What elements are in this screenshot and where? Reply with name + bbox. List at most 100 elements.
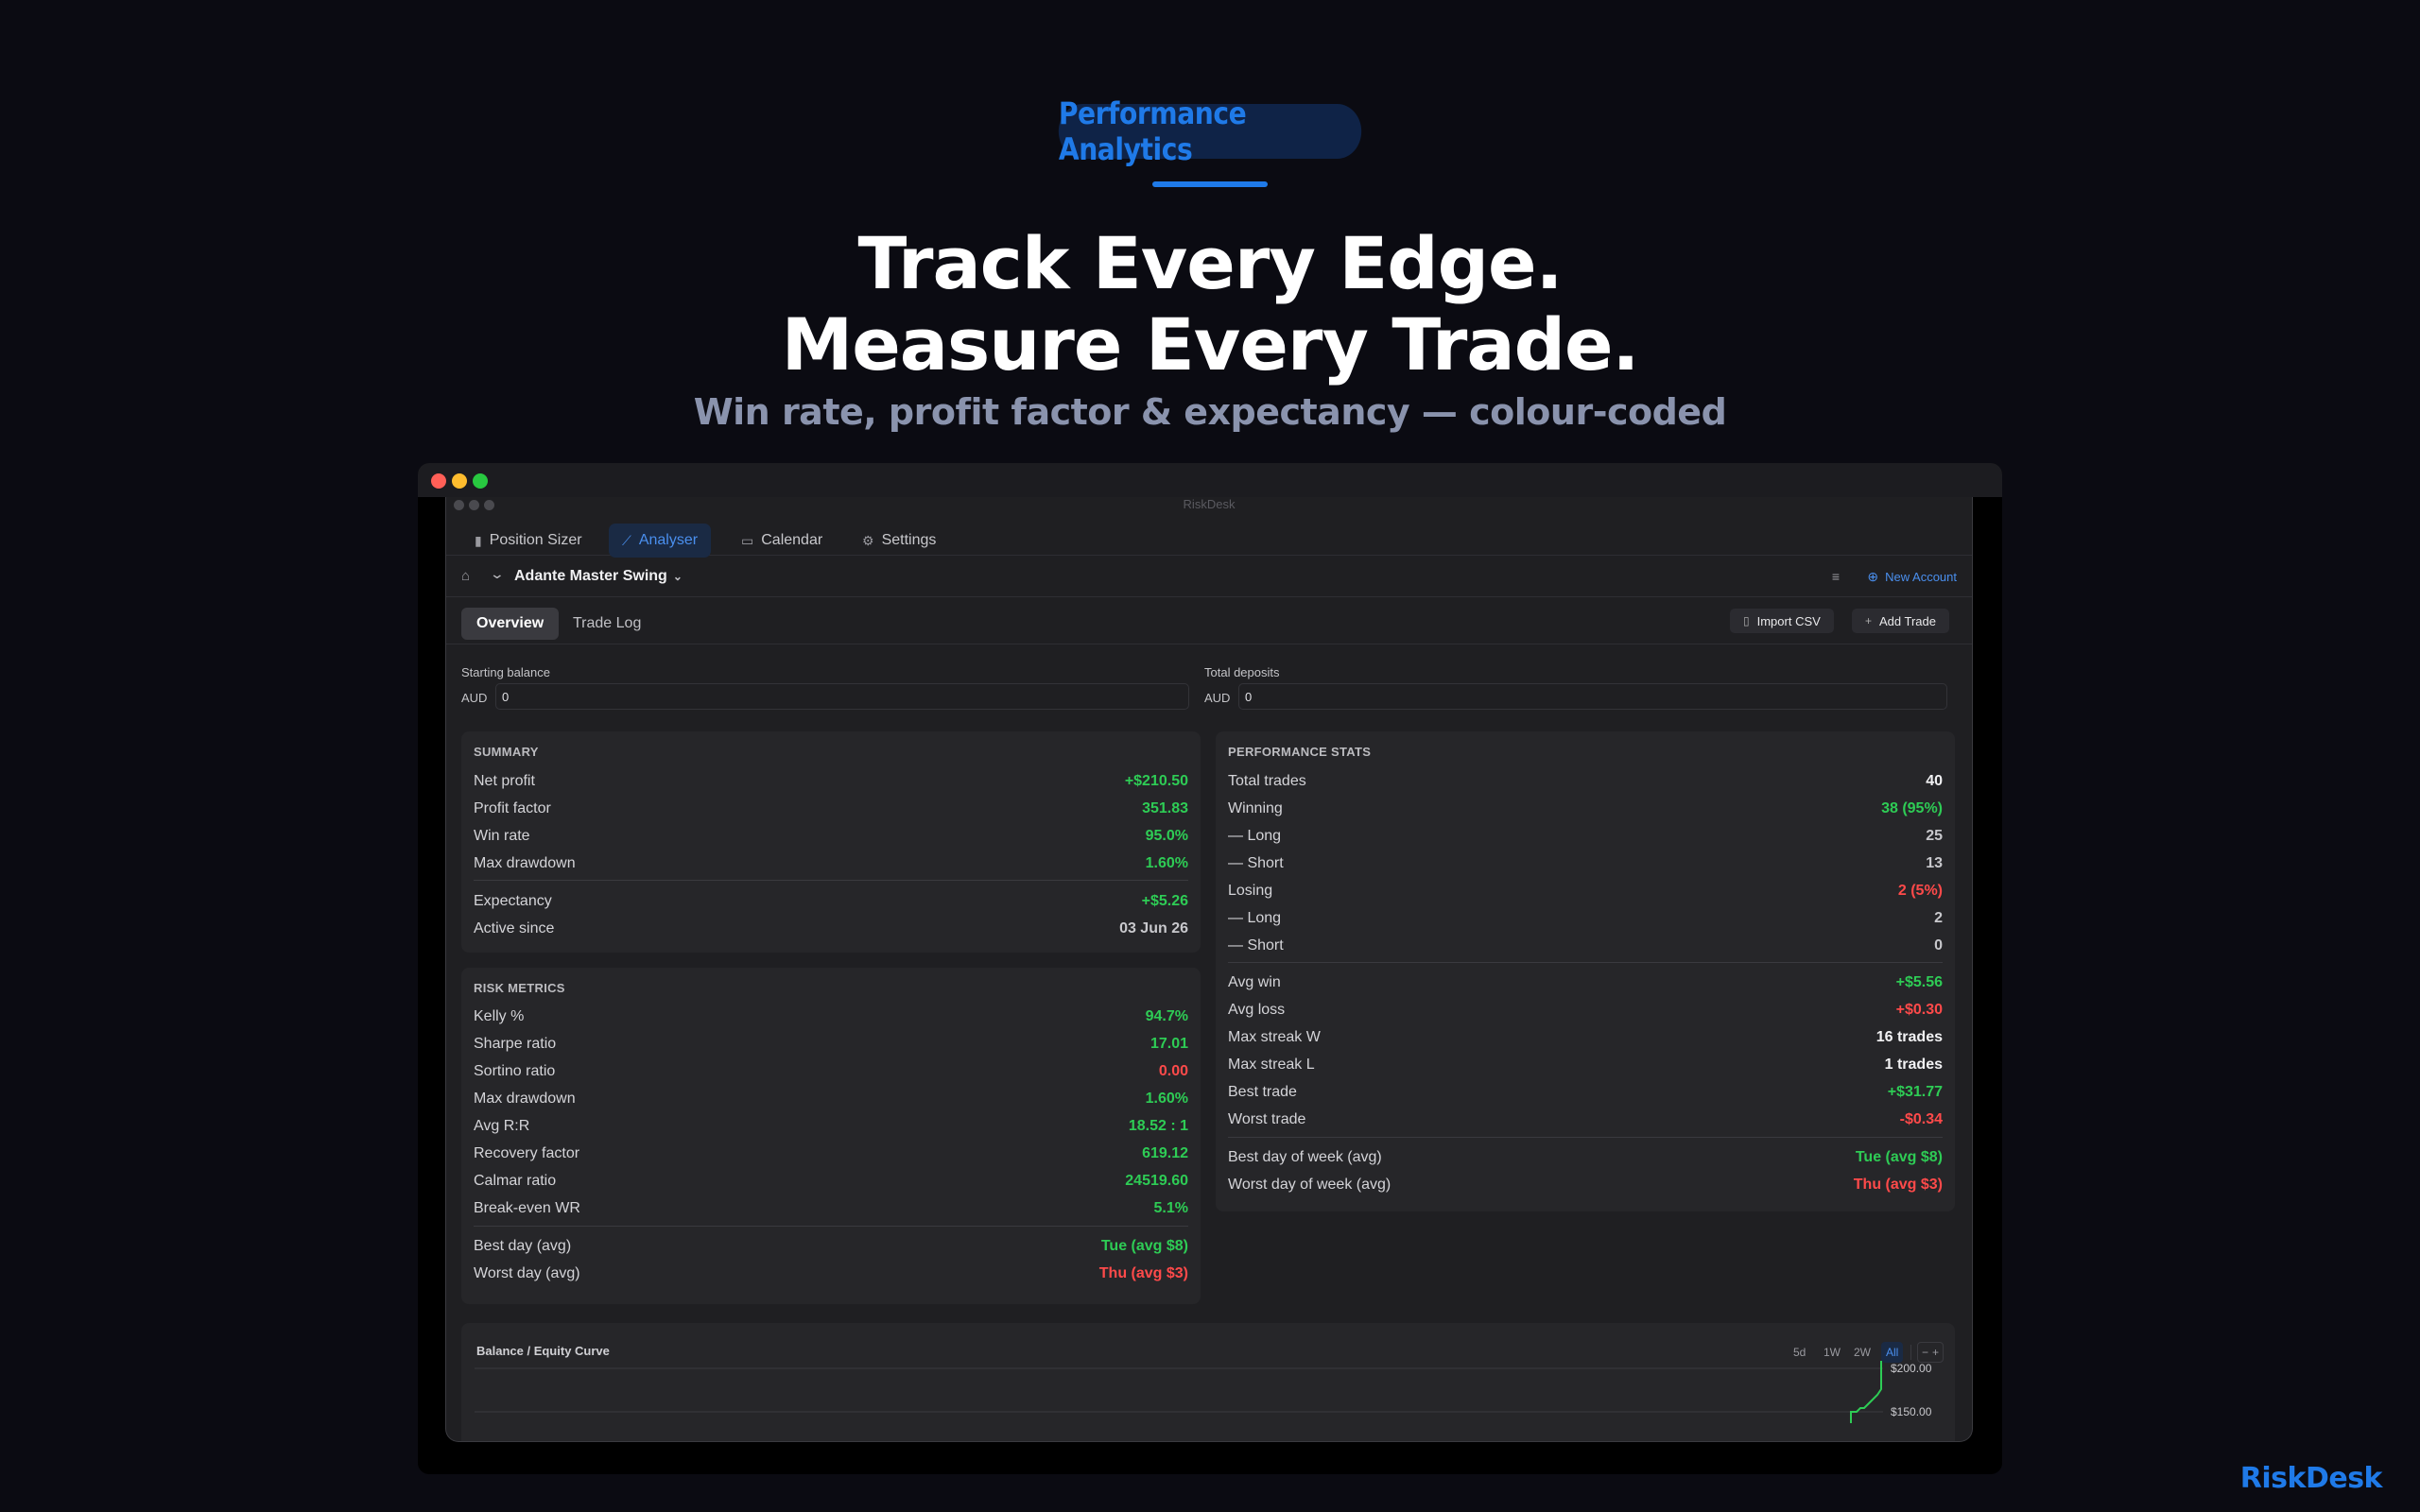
metric-label: Net profit: [474, 772, 535, 789]
gear-icon: ⚙: [862, 532, 874, 548]
chevron-down-icon[interactable]: ⌄: [490, 566, 505, 582]
metric-label: Calmar ratio: [474, 1172, 557, 1189]
accent-rule: [1152, 181, 1268, 187]
metric-label: Max streak L: [1228, 1056, 1315, 1073]
metric-value: +$5.56: [1895, 973, 1943, 990]
metric-value: 1.60%: [1145, 854, 1188, 871]
metric-value: Thu (avg $3): [1853, 1176, 1943, 1193]
tab-calendar[interactable]: ▭ Calendar: [728, 524, 836, 558]
stats-row: Avg loss +$0.30: [1228, 996, 1943, 1023]
metric-value: 38 (95%): [1881, 799, 1943, 816]
metric-label: Recovery factor: [474, 1144, 580, 1161]
metric-value: Tue (avg $8): [1855, 1148, 1943, 1165]
risk-row: Avg R:R 18.52 : 1: [474, 1112, 1188, 1140]
metric-value: 40: [1926, 772, 1943, 789]
y-tick-label: $200.00: [1891, 1362, 1932, 1375]
risk-row: Max drawdown 1.60%: [474, 1085, 1188, 1112]
import-csv-label: Import CSV: [1756, 613, 1821, 628]
metric-label: Max drawdown: [474, 1090, 576, 1107]
starting-balance-input[interactable]: 0: [495, 683, 1189, 710]
divider: [474, 1226, 1188, 1227]
metric-label: — Short: [1228, 936, 1284, 954]
inner-zoom-button[interactable]: [484, 500, 494, 510]
y-tick-label: $150.00: [1891, 1405, 1932, 1418]
metric-value: 0: [1934, 936, 1943, 954]
starting-balance-value: 0: [502, 689, 510, 704]
metric-value: 94.7%: [1145, 1007, 1188, 1024]
metric-value: 17.01: [1150, 1035, 1188, 1052]
window-titlebar: [418, 463, 2002, 497]
metric-value: 351.83: [1142, 799, 1188, 816]
metric-value: 2: [1934, 909, 1943, 926]
summary-row: Win rate 95.0%: [474, 822, 1188, 850]
tab-label: Analyser: [638, 532, 699, 548]
risk-metrics-panel: RISK METRICS Kelly % 94.7% Sharpe ratio 17…: [461, 968, 1201, 1304]
risk-row: Worst day (avg) Thu (avg $3): [474, 1260, 1188, 1287]
import-csv-button[interactable]: ▯ Import CSV: [1730, 609, 1834, 633]
equity-curve-panel: Balance / Equity Curve 5d 1W 2W All − + …: [461, 1323, 1955, 1441]
line-chart-icon: ⟋: [622, 532, 631, 548]
metric-label: Sharpe ratio: [474, 1035, 557, 1052]
metric-label: Best day (avg): [474, 1237, 572, 1254]
tab-analyser[interactable]: ⟋ Analyser: [609, 524, 712, 558]
metric-label: Best day of week (avg): [1228, 1148, 1382, 1165]
sub-nav: Overview Trade Log ▯ Import CSV + Add Tr…: [446, 597, 1972, 644]
metric-label: Max drawdown: [474, 854, 576, 871]
chevron-down-icon: ⌄: [672, 570, 683, 583]
metric-label: Kelly %: [474, 1007, 525, 1024]
summary-row: Profit factor 351.83: [474, 795, 1188, 822]
metric-label: Sortino ratio: [474, 1062, 556, 1079]
inner-minimize-button[interactable]: [469, 500, 479, 510]
metric-label: Losing: [1228, 882, 1273, 899]
new-account-button[interactable]: ⊕ New Account: [1867, 556, 1957, 597]
metric-value: 5.1%: [1153, 1199, 1188, 1216]
subheadline: Win rate, profit factor & expectancy — c…: [693, 391, 1727, 433]
inner-close-button[interactable]: [454, 500, 464, 510]
metric-value: 03 Jun 26: [1119, 919, 1188, 936]
summary-row: Expectancy +$5.26: [474, 887, 1188, 915]
calendar-icon: ▭: [741, 532, 754, 548]
zoom-window-button[interactable]: [473, 473, 488, 489]
risk-row: Recovery factor 619.12: [474, 1140, 1188, 1167]
tab-position-sizer[interactable]: ▮ Position Sizer: [461, 524, 596, 558]
stats-row: — Long 2: [1228, 904, 1943, 932]
metric-value: 13: [1926, 854, 1943, 871]
tab-label: Settings: [881, 532, 937, 548]
account-bar: ⌂ ⌄ Adante Master Swing ⌄ ≡ ⊕ New Accoun…: [446, 556, 1972, 597]
tab-label: Position Sizer: [489, 532, 582, 548]
stats-row: Worst day of week (avg) Thu (avg $3): [1228, 1171, 1943, 1198]
add-trade-button[interactable]: + Add Trade: [1852, 609, 1950, 633]
risk-row: Best day (avg) Tue (avg $8): [474, 1232, 1188, 1260]
summary-row: Net profit +$210.50: [474, 767, 1188, 795]
risk-metrics-title: RISK METRICS: [474, 981, 565, 995]
tab-overview[interactable]: Overview: [461, 608, 560, 640]
new-account-label: New Account: [1885, 569, 1957, 584]
risk-row: Sortino ratio 0.00: [474, 1057, 1188, 1085]
metric-label: Active since: [474, 919, 555, 936]
account-selector[interactable]: Adante Master Swing ⌄: [514, 556, 683, 597]
risk-row: Sharpe ratio 17.01: [474, 1030, 1188, 1057]
total-deposits-label: Total deposits: [1204, 665, 1280, 679]
list-icon[interactable]: ≡: [1832, 569, 1840, 584]
stats-row: Max streak L 1 trades: [1228, 1051, 1943, 1078]
main-nav: ▮ Position Sizer ⟋ Analyser ▭ Calendar ⚙…: [446, 514, 1972, 558]
metric-value: +$31.77: [1887, 1083, 1943, 1100]
minimize-window-button[interactable]: [452, 473, 467, 489]
stats-row: — Short 0: [1228, 932, 1943, 959]
metric-label: Worst day (avg): [474, 1264, 580, 1281]
add-trade-label: Add Trade: [1879, 613, 1937, 628]
close-window-button[interactable]: [431, 473, 446, 489]
metric-label: — Long: [1228, 909, 1282, 926]
plus-icon: +: [1865, 614, 1873, 627]
metric-value: 16 trades: [1876, 1028, 1943, 1045]
metric-value: Tue (avg $8): [1100, 1237, 1188, 1254]
tab-settings[interactable]: ⚙ Settings: [849, 524, 949, 558]
total-deposits-currency: AUD: [1204, 691, 1231, 705]
inner-window-title: RiskDesk: [1183, 497, 1236, 511]
starting-balance-currency: AUD: [461, 691, 488, 705]
metric-label: — Long: [1228, 827, 1282, 844]
total-deposits-input[interactable]: 0: [1238, 683, 1947, 710]
stats-row: — Short 13: [1228, 850, 1943, 877]
stats-row: Winning 38 (95%): [1228, 795, 1943, 822]
tab-trade-log[interactable]: Trade Log: [558, 608, 656, 640]
